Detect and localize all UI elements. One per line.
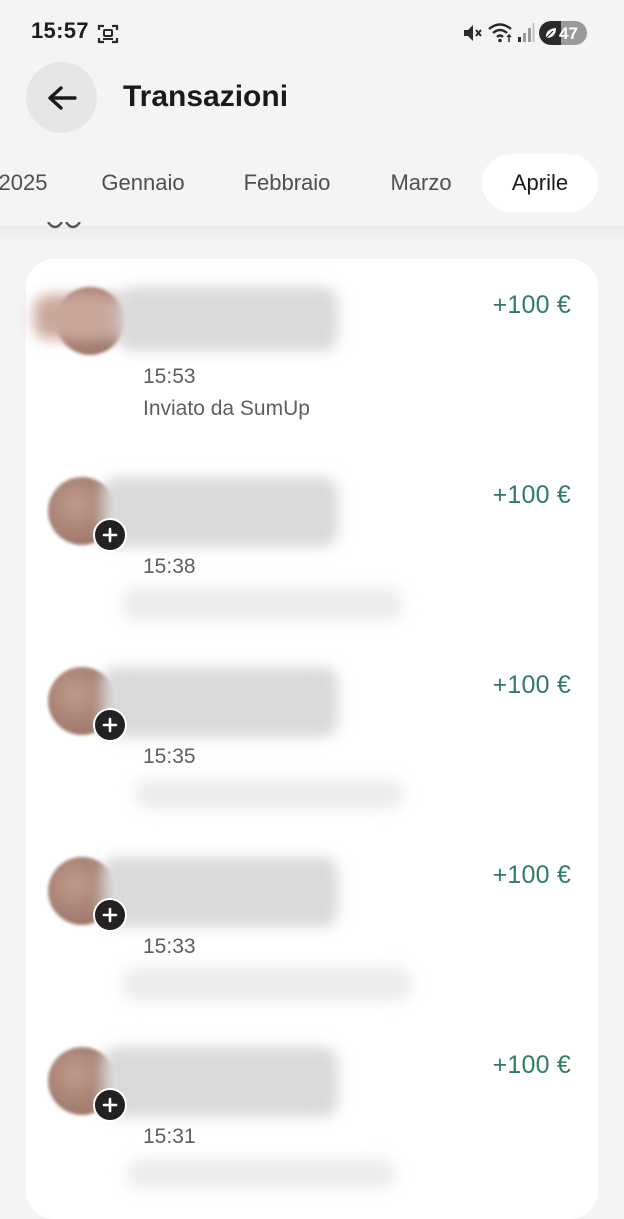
mute-icon — [464, 25, 482, 41]
plus-icon — [102, 907, 118, 923]
transaction-row[interactable]: +100 € 15:31 — [26, 1019, 598, 1199]
battery-level: 47 — [559, 24, 578, 43]
tab-aprile[interactable]: Aprile — [482, 154, 598, 212]
transaction-amount: +100 € — [492, 671, 571, 699]
transaction-amount: +100 € — [492, 1051, 571, 1079]
transaction-row[interactable]: +100 € 15:38 — [26, 449, 598, 629]
battery-icon: 47 — [539, 21, 587, 45]
redacted-name — [102, 1047, 338, 1117]
tab-gennaio[interactable]: Gennaio — [90, 154, 196, 212]
transaction-amount: +100 € — [492, 291, 571, 319]
plus-icon — [102, 717, 118, 733]
redacted-note — [122, 967, 412, 1001]
redacted-name — [102, 667, 338, 737]
tab-febbraio[interactable]: Febbraio — [230, 154, 344, 212]
tab-2025[interactable]: 2025 — [0, 154, 56, 212]
screenshot-icon — [97, 24, 119, 44]
wifi-icon — [488, 23, 512, 43]
tabs-divider — [0, 226, 624, 240]
transaction-time: 15:33 — [143, 935, 196, 958]
status-time: 15:57 — [31, 18, 89, 43]
avatar-badge — [93, 708, 127, 742]
month-tabs: 2025 Gennaio Febbraio Marzo Aprile — [0, 154, 624, 216]
leaf-icon — [545, 28, 556, 39]
redacted-avatar-smudge — [34, 295, 124, 339]
transaction-row[interactable]: +100 € 15:33 — [26, 829, 598, 1009]
tab-marzo[interactable]: Marzo — [378, 154, 464, 212]
redacted-note — [126, 1159, 396, 1189]
avatar-badge — [93, 898, 127, 932]
redacted-name — [102, 477, 338, 547]
transaction-time: 15:38 — [143, 555, 196, 578]
avatar-badge — [93, 518, 127, 552]
transaction-time: 15:53 — [143, 365, 196, 388]
transaction-time: 15:31 — [143, 1125, 196, 1148]
transaction-note: Inviato da SumUp — [143, 397, 310, 420]
transaction-list: +100 € 15:53 Inviato da SumUp +100 € 15:… — [26, 259, 598, 1219]
redacted-name — [102, 857, 338, 927]
plus-icon — [102, 1097, 118, 1113]
transaction-row[interactable]: +100 € 15:35 — [26, 639, 598, 819]
back-button[interactable] — [26, 62, 97, 133]
transaction-amount: +100 € — [492, 861, 571, 889]
avatar-badge — [93, 1088, 127, 1122]
arrow-left-icon — [47, 85, 77, 110]
cut-off-section-heading — [47, 222, 81, 229]
transaction-time: 15:35 — [143, 745, 196, 768]
redacted-name — [118, 287, 338, 351]
status-bar: 15:57 47 — [0, 0, 624, 64]
plus-icon — [102, 527, 118, 543]
redacted-note — [134, 779, 404, 809]
redacted-note — [122, 587, 402, 621]
page-title: Transazioni — [123, 80, 289, 113]
transaction-row[interactable]: +100 € 15:53 Inviato da SumUp — [26, 259, 598, 439]
signal-icon — [518, 23, 535, 42]
transaction-amount: +100 € — [492, 481, 571, 509]
